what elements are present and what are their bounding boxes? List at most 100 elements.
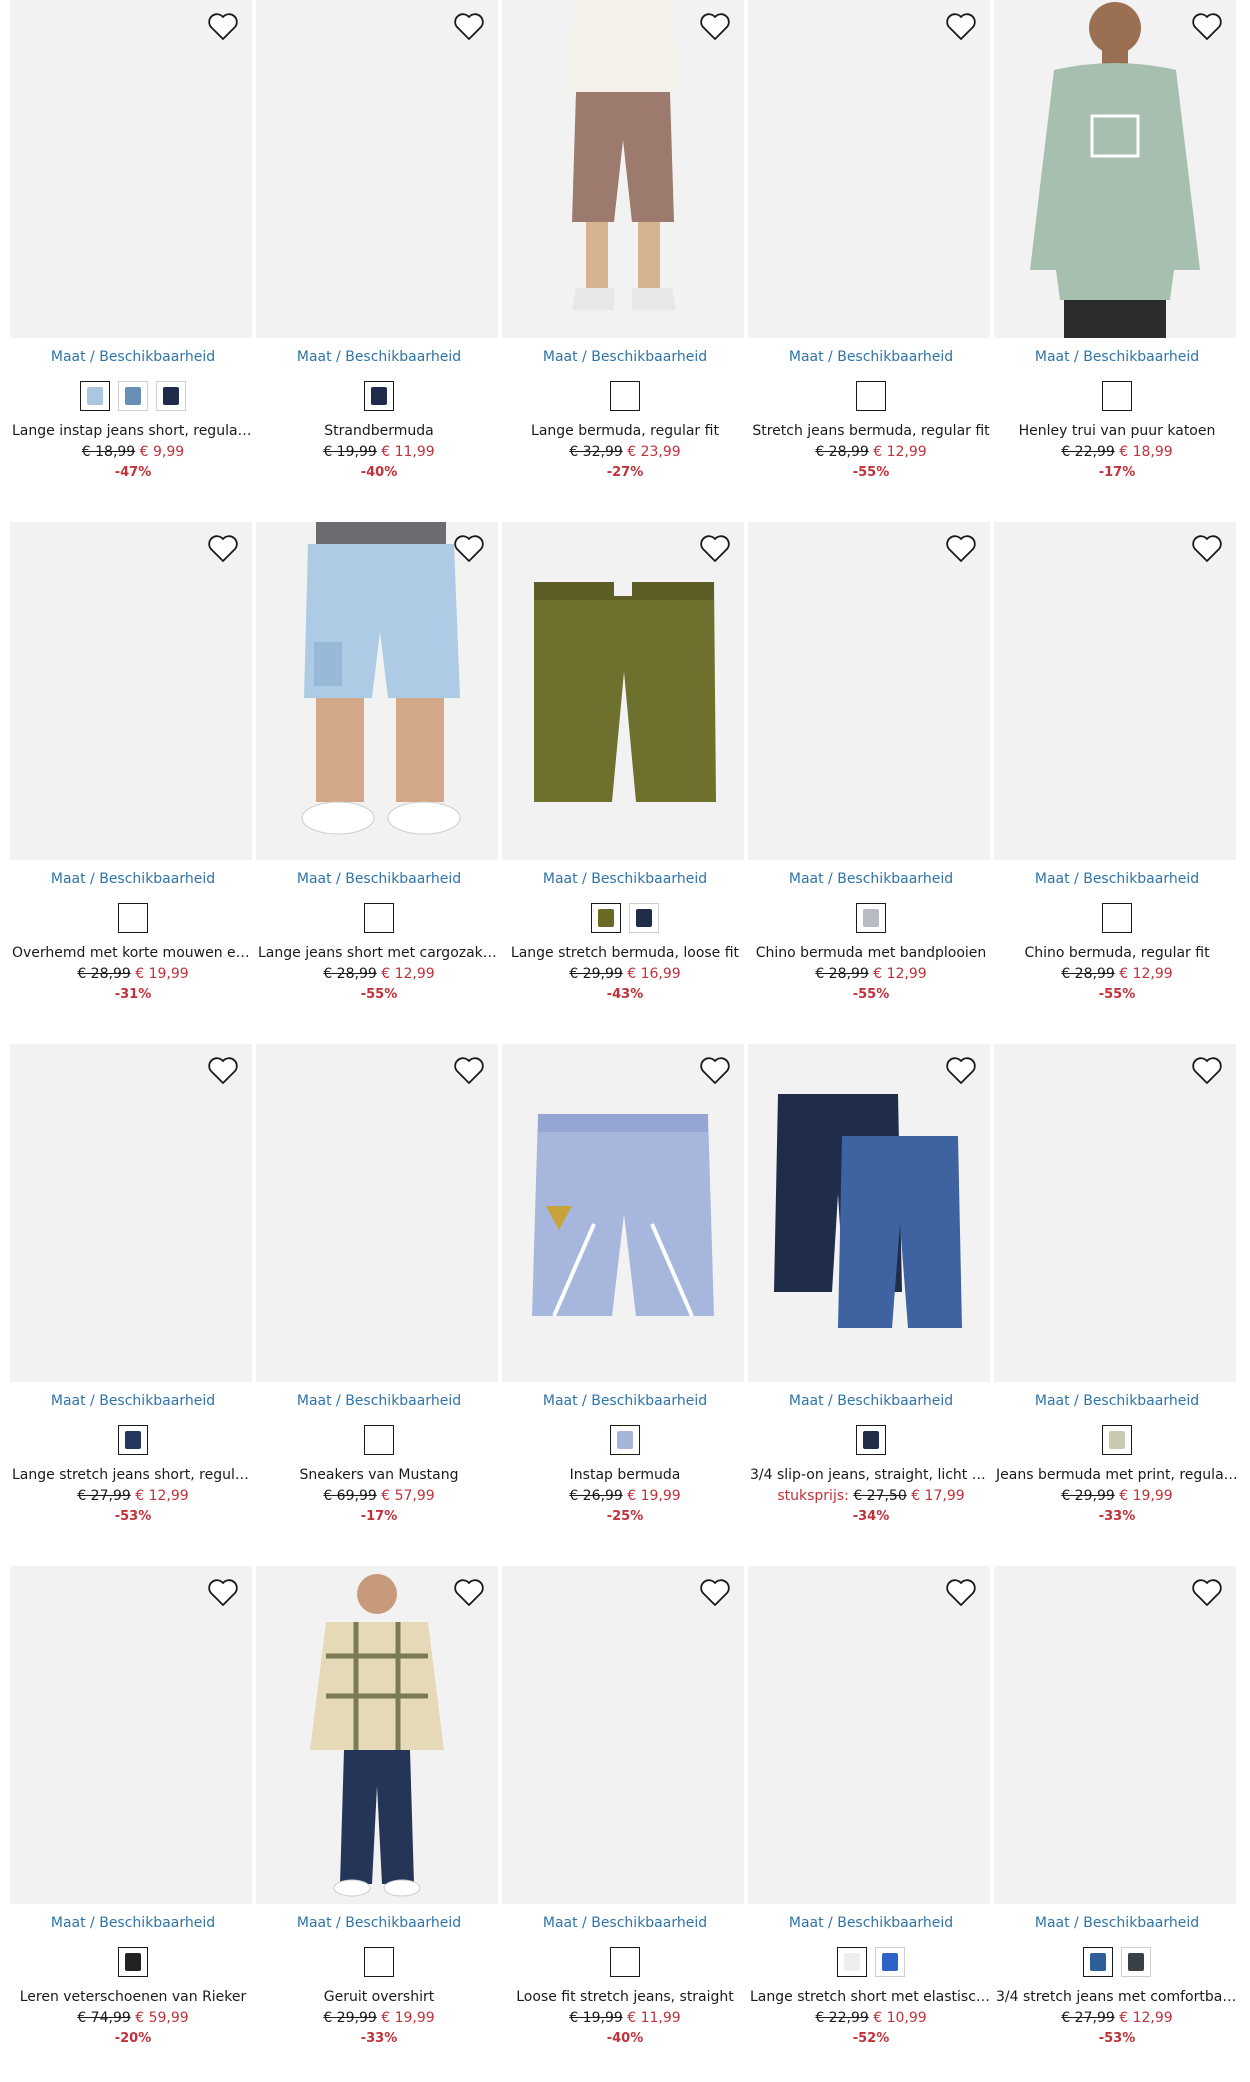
size-availability-link[interactable]: Maat / Beschikbaarheid — [256, 1915, 502, 1931]
product-image[interactable] — [748, 522, 990, 860]
product-title[interactable]: Lange stretch bermuda, loose fit — [502, 945, 748, 961]
size-availability-link[interactable]: Maat / Beschikbaarheid — [748, 1393, 994, 1409]
product-image[interactable] — [10, 0, 252, 338]
product-image[interactable] — [256, 1566, 498, 1904]
product-image[interactable] — [748, 0, 990, 338]
color-swatch[interactable] — [610, 1425, 640, 1455]
product-title[interactable]: Stretch jeans bermuda, regular fit — [748, 423, 994, 439]
product-card[interactable]: Maat / Beschikbaarheid Stretch jeans berm… — [748, 0, 994, 522]
product-image[interactable] — [994, 1044, 1236, 1382]
heart-outline-icon[interactable] — [698, 1576, 732, 1608]
heart-outline-icon[interactable] — [452, 532, 486, 564]
size-availability-link[interactable]: Maat / Beschikbaarheid — [502, 1393, 748, 1409]
product-image[interactable] — [256, 522, 498, 860]
color-swatch[interactable] — [364, 1425, 394, 1455]
heart-outline-icon[interactable] — [452, 1576, 486, 1608]
product-image[interactable] — [256, 0, 498, 338]
product-title[interactable]: Geruit overshirt — [256, 1989, 502, 2005]
color-swatch[interactable] — [364, 1947, 394, 1977]
product-image[interactable] — [994, 1566, 1236, 1904]
color-swatch[interactable] — [118, 381, 148, 411]
color-swatch[interactable] — [118, 1425, 148, 1455]
color-swatch[interactable] — [837, 1947, 867, 1977]
heart-outline-icon[interactable] — [1190, 1054, 1224, 1086]
heart-outline-icon[interactable] — [944, 1054, 978, 1086]
color-swatch[interactable] — [156, 381, 186, 411]
size-availability-link[interactable]: Maat / Beschikbaarheid — [256, 349, 502, 365]
size-availability-link[interactable]: Maat / Beschikbaarheid — [256, 871, 502, 887]
product-card[interactable]: Maat / Beschikbaarheid Loose fit stretch … — [502, 1566, 748, 2082]
product-title[interactable]: 3/4 slip-on jeans, straight, licht denim — [748, 1467, 994, 1483]
product-title[interactable]: Overhemd met korte mouwen en linnen — [10, 945, 256, 961]
product-card[interactable]: Maat / Beschikbaarheid Geruit overshirt € … — [256, 1566, 502, 2082]
product-card[interactable]: Maat / Beschikbaarheid Lange stretch shor… — [748, 1566, 994, 2082]
color-swatch[interactable] — [1102, 1425, 1132, 1455]
product-title[interactable]: Chino bermuda met bandplooien — [748, 945, 994, 961]
color-swatch[interactable] — [118, 1947, 148, 1977]
product-title[interactable]: Sneakers van Mustang — [256, 1467, 502, 1483]
product-image[interactable] — [994, 0, 1236, 338]
color-swatch[interactable] — [1121, 1947, 1151, 1977]
size-availability-link[interactable]: Maat / Beschikbaarheid — [994, 349, 1240, 365]
size-availability-link[interactable]: Maat / Beschikbaarheid — [10, 1915, 256, 1931]
color-swatch[interactable] — [591, 903, 621, 933]
product-card[interactable]: Maat / Beschikbaarheid Instap bermuda € 26… — [502, 1044, 748, 1566]
product-title[interactable]: Lange instap jeans short, regular fit — [10, 423, 256, 439]
size-availability-link[interactable]: Maat / Beschikbaarheid — [10, 871, 256, 887]
product-image[interactable] — [502, 1044, 744, 1382]
product-image[interactable] — [502, 0, 744, 338]
product-title[interactable]: 3/4 stretch jeans met comfortband, loose… — [994, 1989, 1240, 2005]
product-title[interactable]: Loose fit stretch jeans, straight — [502, 1989, 748, 2005]
product-card[interactable]: Maat / Beschikbaarheid Lange jeans short … — [256, 522, 502, 1044]
heart-outline-icon[interactable] — [944, 1576, 978, 1608]
product-title[interactable]: Chino bermuda, regular fit — [994, 945, 1240, 961]
color-swatch[interactable] — [875, 1947, 905, 1977]
size-availability-link[interactable]: Maat / Beschikbaarheid — [10, 349, 256, 365]
product-card[interactable]: Maat / Beschikbaarheid Lange stretch berm… — [502, 522, 748, 1044]
product-image[interactable] — [10, 1044, 252, 1382]
heart-outline-icon[interactable] — [944, 10, 978, 42]
heart-outline-icon[interactable] — [698, 10, 732, 42]
size-availability-link[interactable]: Maat / Beschikbaarheid — [748, 349, 994, 365]
heart-outline-icon[interactable] — [206, 532, 240, 564]
product-title[interactable]: Instap bermuda — [502, 1467, 748, 1483]
heart-outline-icon[interactable] — [944, 532, 978, 564]
product-image[interactable] — [10, 1566, 252, 1904]
heart-outline-icon[interactable] — [1190, 532, 1224, 564]
product-title[interactable]: Jeans bermuda met print, regular fit — [994, 1467, 1240, 1483]
size-availability-link[interactable]: Maat / Beschikbaarheid — [748, 871, 994, 887]
color-swatch[interactable] — [629, 903, 659, 933]
product-title[interactable]: Leren veterschoenen van Rieker — [10, 1989, 256, 2005]
color-swatch[interactable] — [610, 1947, 640, 1977]
color-swatch[interactable] — [118, 903, 148, 933]
product-image[interactable] — [994, 522, 1236, 860]
product-card[interactable]: Maat / Beschikbaarheid Sneakers van Musta… — [256, 1044, 502, 1566]
size-availability-link[interactable]: Maat / Beschikbaarheid — [502, 1915, 748, 1931]
heart-outline-icon[interactable] — [698, 1054, 732, 1086]
product-card[interactable]: Maat / Beschikbaarheid 3/4 slip-on jeans,… — [748, 1044, 994, 1566]
color-swatch[interactable] — [610, 381, 640, 411]
size-availability-link[interactable]: Maat / Beschikbaarheid — [994, 1393, 1240, 1409]
product-card[interactable]: Maat / Beschikbaarheid Lange stretch jean… — [10, 1044, 256, 1566]
color-swatch[interactable] — [856, 1425, 886, 1455]
product-card[interactable]: Maat / Beschikbaarheid 3/4 stretch jeans … — [994, 1566, 1240, 2082]
product-title[interactable]: Lange stretch short met elastische band — [748, 1989, 994, 2005]
size-availability-link[interactable]: Maat / Beschikbaarheid — [994, 1915, 1240, 1931]
color-swatch[interactable] — [1102, 381, 1132, 411]
product-image[interactable] — [502, 1566, 744, 1904]
size-availability-link[interactable]: Maat / Beschikbaarheid — [748, 1915, 994, 1931]
heart-outline-icon[interactable] — [206, 1576, 240, 1608]
product-card[interactable]: Maat / Beschikbaarheid Lange instap jeans… — [10, 0, 256, 522]
product-title[interactable]: Lange stretch jeans short, regular fit — [10, 1467, 256, 1483]
color-swatch[interactable] — [364, 381, 394, 411]
heart-outline-icon[interactable] — [206, 10, 240, 42]
color-swatch[interactable] — [80, 381, 110, 411]
size-availability-link[interactable]: Maat / Beschikbaarheid — [502, 349, 748, 365]
color-swatch[interactable] — [1083, 1947, 1113, 1977]
product-image[interactable] — [748, 1566, 990, 1904]
size-availability-link[interactable]: Maat / Beschikbaarheid — [994, 871, 1240, 887]
product-card[interactable]: Maat / Beschikbaarheid Lange bermuda, reg… — [502, 0, 748, 522]
product-title[interactable]: Lange bermuda, regular fit — [502, 423, 748, 439]
color-swatch[interactable] — [364, 903, 394, 933]
product-title[interactable]: Henley trui van puur katoen — [994, 423, 1240, 439]
